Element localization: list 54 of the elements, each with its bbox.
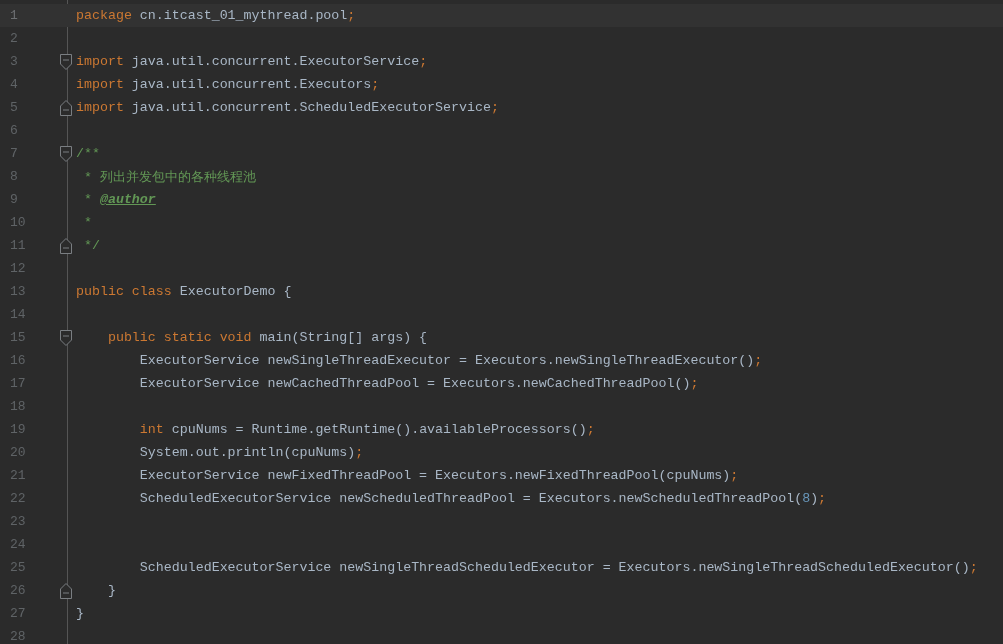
line-number: 8 <box>9 169 19 184</box>
fold-icon[interactable] <box>60 237 72 254</box>
line-number: 24 <box>9 537 27 552</box>
line-number: 3 <box>9 54 19 69</box>
line-number: 21 <box>9 468 27 483</box>
code-line: package cn.itcast_01_mythread.pool; <box>76 8 356 23</box>
line-number: 7 <box>9 146 19 161</box>
line-number: 20 <box>9 445 27 460</box>
code-line: */ <box>82 238 100 253</box>
line-number: 18 <box>9 399 27 414</box>
line-number: 15 <box>9 330 27 345</box>
line-number: 22 <box>9 491 27 506</box>
line-number: 5 <box>9 100 19 115</box>
line-number: 26 <box>9 583 27 598</box>
code-line: * <box>82 215 92 230</box>
code-line: import java.util.concurrent.Executors; <box>76 77 380 92</box>
line-number: 19 <box>9 422 27 437</box>
code-line: } <box>76 606 84 621</box>
code-line: /** <box>76 146 100 161</box>
code-line: import java.util.concurrent.ExecutorService; <box>76 54 428 69</box>
code-line: ExecutorService newSingleThreadExecutor = Executors.newSingleThreadExecutor(); <box>138 353 763 368</box>
line-number: 11 <box>9 238 27 253</box>
line-number: 13 <box>9 284 27 299</box>
code-line: * 列出并发包中的各种线程池 <box>82 168 256 186</box>
fold-icon[interactable] <box>60 53 72 70</box>
fold-icon[interactable] <box>60 329 72 346</box>
fold-icon[interactable] <box>60 145 72 162</box>
line-number: 27 <box>9 606 27 621</box>
line-number: 1 <box>9 8 19 23</box>
line-number: 25 <box>9 560 27 575</box>
code-line: ExecutorService newFixedThreadPool = Executors.newFixedThreadPool(cpuNums); <box>138 468 739 483</box>
line-number: 2 <box>9 31 19 46</box>
code-line: * @author <box>82 192 156 207</box>
code-line: int cpuNums = Runtime.getRuntime().availableProcessors(); <box>138 422 595 437</box>
line-number: 28 <box>9 629 27 644</box>
code-line: public class ExecutorDemo { <box>76 284 292 299</box>
code-line: System.out.println(cpuNums); <box>138 445 364 460</box>
code-line: ExecutorService newCachedThreadPool = Executors.newCachedThreadPool(); <box>138 376 699 391</box>
code-line: ScheduledExecutorService newScheduledThreadPool = Executors.newScheduledThreadPool(8); <box>138 491 827 506</box>
code-line: import java.util.concurrent.ScheduledExecutorService; <box>76 100 499 115</box>
line-number: 10 <box>9 215 27 230</box>
line-number: 16 <box>9 353 27 368</box>
code-line: public static void main(String[] args) { <box>106 330 428 345</box>
fold-icon[interactable] <box>60 582 72 599</box>
code-line: } <box>106 583 116 598</box>
code-line: ScheduledExecutorService newSingleThreadScheduledExecutor = Executors.newSingleThreadScheduledExecutor(); <box>138 560 978 575</box>
line-number: 6 <box>9 123 19 138</box>
line-number: 4 <box>9 77 19 92</box>
line-number: 14 <box>9 307 27 322</box>
fold-icon[interactable] <box>60 99 72 116</box>
line-number: 17 <box>9 376 27 391</box>
line-number: 9 <box>9 192 19 207</box>
line-number: 12 <box>9 261 27 276</box>
line-number: 23 <box>9 514 27 529</box>
